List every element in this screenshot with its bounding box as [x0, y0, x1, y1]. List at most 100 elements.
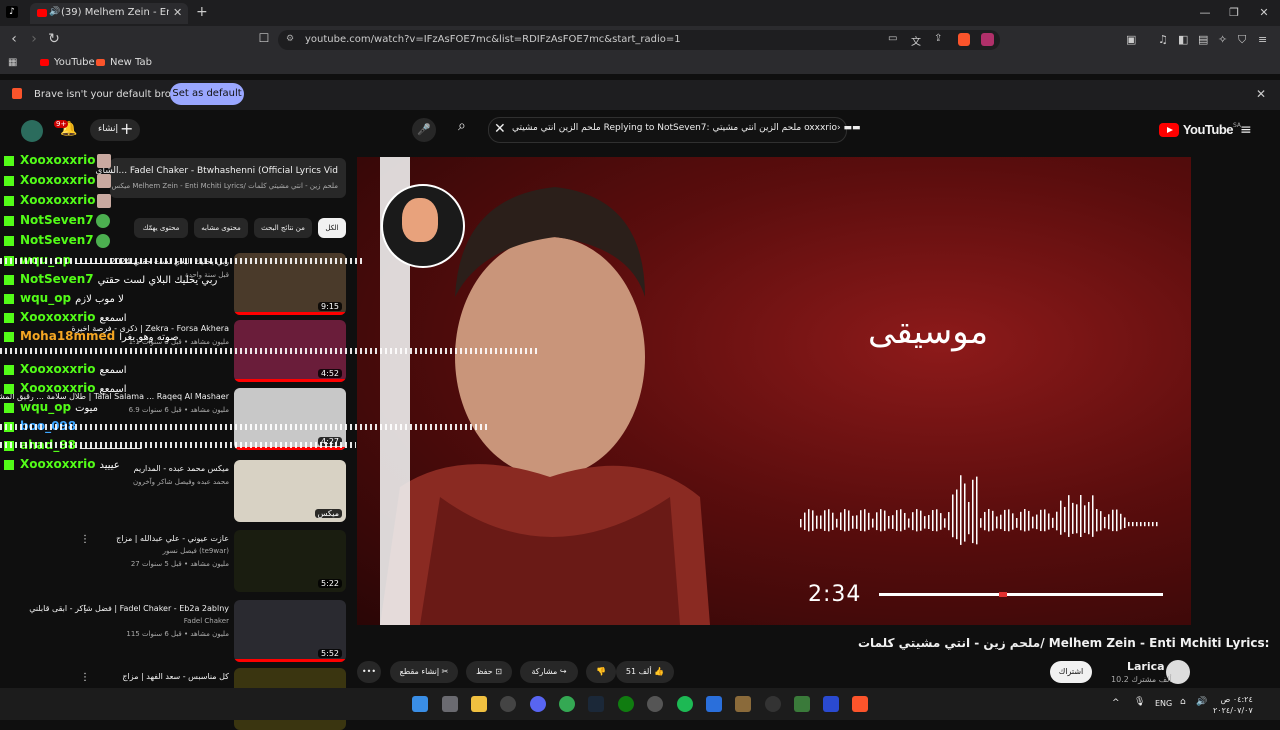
minimize-button[interactable]: — [1190, 3, 1220, 23]
video-thumbnail[interactable]: 5:52 [234, 600, 346, 662]
create-button[interactable]: إنشاء + [90, 119, 140, 141]
recommendation-title[interactable]: ميكس محمد عبده - المداريم [134, 464, 229, 473]
network-icon[interactable]: ⌂ [1180, 697, 1186, 707]
more-options-icon[interactable]: ⋮ [80, 672, 90, 683]
app-icon[interactable] [823, 696, 839, 712]
volume-icon[interactable]: 🔊 [1196, 697, 1207, 707]
close-tab-icon[interactable]: ✕ [173, 6, 182, 19]
waveform-bar [916, 509, 918, 532]
video-thumbnail[interactable]: ميكس [234, 460, 346, 522]
tiktok-tab-icon[interactable]: ♪ [6, 6, 18, 18]
subscribe-button[interactable]: اشتراك [1050, 661, 1092, 683]
more-options-icon[interactable]: ⋮ [80, 604, 90, 615]
close-infobar-icon[interactable]: ✕ [1256, 87, 1266, 101]
brave-shields-icon[interactable] [958, 33, 970, 46]
more-options-icon[interactable]: ⋮ [80, 534, 90, 545]
settings-icon[interactable] [765, 696, 781, 712]
dislike-button[interactable]: 👎 [586, 661, 616, 683]
recommendation-channel[interactable]: Fadel Chaker [184, 617, 229, 625]
leo-ai-icon[interactable]: ▣ [1126, 33, 1136, 46]
translate-icon[interactable]: 文 [911, 33, 921, 48]
search-icon[interactable]: ⌕ [458, 118, 466, 134]
more-actions-button[interactable]: ••• [357, 661, 381, 683]
channel-name[interactable]: Larica [1127, 660, 1165, 673]
waveform-bar [964, 483, 966, 542]
kick-badge-icon [4, 175, 14, 186]
url-text[interactable]: youtube.com/watch?v=IFzAsFOE7mc&list=RDI… [305, 34, 681, 45]
back-button[interactable]: ‹ [4, 31, 24, 47]
save-button[interactable]: حفظ ⊡ [466, 661, 512, 683]
chip-for-you[interactable]: محتوى يهمّك [134, 218, 188, 238]
youtube-logo[interactable]: YouTubeSA [1159, 122, 1241, 137]
start-menu-icon[interactable] [412, 696, 428, 712]
video-thumbnail[interactable]: 4:27 [234, 388, 346, 450]
bookmark-new-tab[interactable]: New Tab [96, 57, 152, 68]
chat-emote-icon [95, 213, 110, 228]
share-button[interactable]: مشاركة ↪ [520, 661, 578, 683]
recommendation-title[interactable]: عازت عيوني - علي عبدالله | مزاج [116, 534, 229, 543]
recommendation-channel[interactable]: فيصل نسور (te9war) [163, 547, 229, 555]
restore-button[interactable]: ❐ [1219, 3, 1249, 23]
language-indicator[interactable]: ENG [1155, 699, 1172, 708]
wallet-icon[interactable]: ▤ [1198, 33, 1208, 46]
app-icon[interactable] [735, 696, 751, 712]
app-icon[interactable] [647, 696, 663, 712]
app-icon[interactable] [794, 696, 810, 712]
brave-taskbar-icon[interactable] [852, 696, 868, 712]
app-icon[interactable] [500, 696, 516, 712]
hamburger-menu-icon[interactable]: ≡ [1240, 122, 1252, 138]
chat-message: Xooxoxxrio [4, 173, 115, 188]
chip-all[interactable]: الكل [318, 218, 346, 238]
site-settings-icon[interactable]: ⚙ [286, 34, 294, 44]
like-button[interactable]: 51 ألف 👍 [616, 661, 674, 683]
chip-search-results[interactable]: من نتائج البحث [254, 218, 312, 238]
waveform-bar [1072, 502, 1074, 534]
share-icon[interactable]: ⇪ [934, 33, 942, 44]
xbox-icon[interactable] [618, 696, 634, 712]
speaker-icon[interactable]: 🔊 [49, 7, 60, 17]
avatar[interactable] [21, 120, 43, 142]
chat-divider-line [0, 348, 540, 354]
sparkle-icon[interactable]: ✧ [1218, 33, 1227, 46]
browser-menu-icon[interactable]: ≡ [1258, 33, 1267, 46]
steam-icon[interactable] [588, 696, 604, 712]
voice-search-mic-icon[interactable]: 🎤 [412, 118, 436, 142]
tab-youtube[interactable]: 🔊 (39) Melhem Zein - Enti Mchiti ✕ [30, 3, 188, 24]
clip-button[interactable]: إنشاء مقطع ✂ [390, 661, 458, 683]
spotify-icon[interactable] [677, 696, 693, 712]
bookmark-youtube[interactable]: YouTube [40, 57, 95, 68]
cast-icon[interactable]: ▭ [888, 33, 897, 44]
forward-button[interactable]: › [24, 31, 44, 47]
video-thumbnail[interactable]: 5:22 [234, 530, 346, 592]
file-explorer-icon[interactable] [471, 696, 487, 712]
new-tab-button[interactable]: + [196, 4, 208, 20]
recommendation-title[interactable]: فضل شاكر - ابقى قابلني | Fadel Chaker - … [29, 604, 229, 613]
close-window-button[interactable]: ✕ [1249, 3, 1279, 23]
recommendation-title[interactable]: كل مناسبس - سعد الفهد | مزاج [122, 672, 229, 681]
mic-tray-icon[interactable]: 🎙 [1134, 697, 1145, 707]
waveform-bar [868, 512, 870, 530]
set-default-button[interactable]: Set as default [170, 83, 244, 105]
apps-grid-icon[interactable]: ▦ [8, 57, 17, 68]
ccleaner-icon[interactable] [706, 696, 722, 712]
search-query[interactable]: ملحم الزين انتي مشيتي Replying to NotSev… [512, 123, 860, 133]
media-icon[interactable]: ♫ [1158, 33, 1168, 46]
waveform-bar [1132, 522, 1134, 527]
clock[interactable]: ٠٤:٢٤ ص ٢٠٢٤/٠٧/٠٧ [1213, 694, 1253, 716]
waveform-bar [1128, 522, 1130, 527]
chip-related[interactable]: محتوى مشابه [194, 218, 248, 238]
waveform-bar [1140, 522, 1142, 527]
reload-button[interactable]: ↻ [44, 31, 64, 47]
tray-chevron-icon[interactable]: ^ [1112, 698, 1120, 708]
bookmark-icon[interactable]: ☐ [254, 31, 274, 45]
sidebar-icon[interactable]: ◧ [1178, 33, 1188, 46]
clear-search-icon[interactable]: ✕ [494, 121, 506, 137]
waveform-bar [932, 510, 934, 531]
chrome-icon[interactable] [559, 696, 575, 712]
filter-chips: الكل من نتائج البحث محتوى مشابه محتوى يه… [106, 218, 346, 238]
brave-rewards-icon[interactable] [981, 33, 994, 46]
miniplayer-popup[interactable]: الشاي... Fadel Chaker - Btwhashenni (Off… [95, 158, 346, 198]
vpn-shield-icon[interactable]: ⛉ [1238, 33, 1246, 47]
store-icon[interactable] [442, 696, 458, 712]
discord-icon[interactable] [530, 696, 546, 712]
